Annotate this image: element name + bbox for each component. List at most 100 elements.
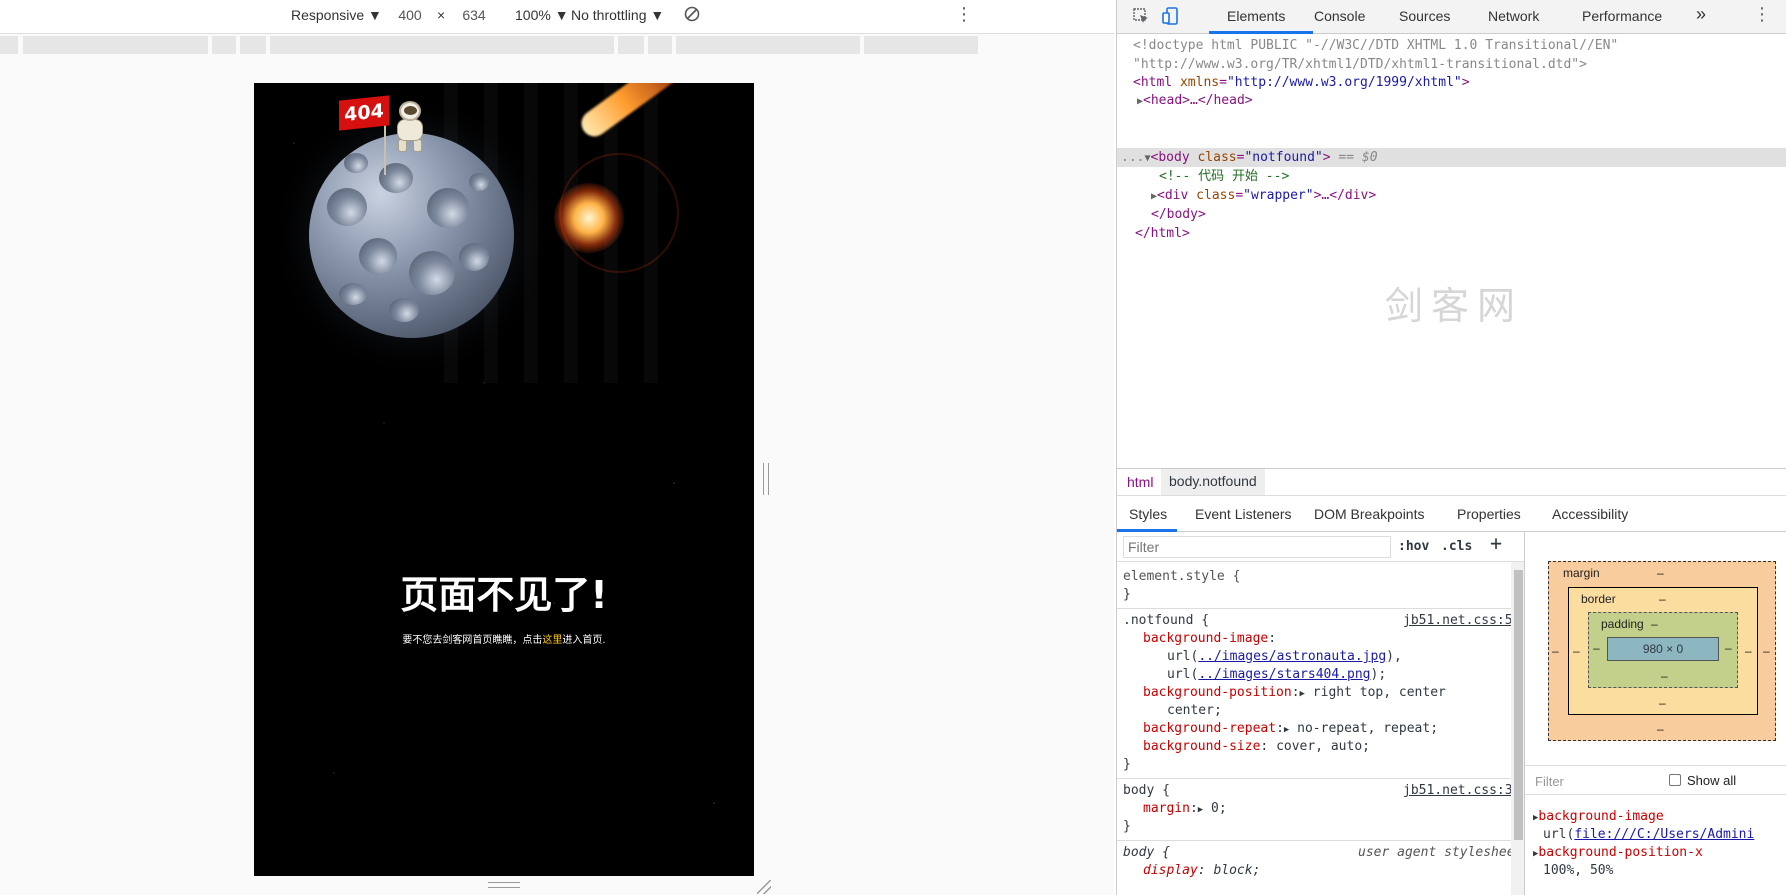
meteor-icon <box>554 183 624 253</box>
box-model-content[interactable]: 980 × 0 <box>1607 637 1719 661</box>
styles-filter-row: :hov .cls + <box>1117 532 1524 562</box>
body-tag: <body <box>1150 150 1190 165</box>
tab-properties[interactable]: Properties <box>1457 506 1521 522</box>
border-left-value[interactable]: – <box>1573 644 1580 658</box>
box-model-border[interactable]: border – – – – padding – – – – 980 × 0 <box>1568 587 1758 715</box>
body-selector[interactable]: body { <box>1123 782 1170 800</box>
resize-handle-right[interactable] <box>763 463 769 495</box>
more-options-icon[interactable]: ⋮ <box>955 4 973 25</box>
chevron-down-icon: ▼ <box>368 7 382 23</box>
show-all-checkbox[interactable] <box>1669 774 1681 786</box>
border-bottom-value[interactable]: – <box>1659 696 1666 710</box>
tab-console[interactable]: Console <box>1314 8 1365 24</box>
bg-pos-val2: center; <box>1167 703 1222 718</box>
notfound-selector[interactable]: .notfound { <box>1123 612 1209 630</box>
computed-filter-input[interactable]: Filter <box>1535 774 1564 789</box>
breadcrumb-body[interactable]: body.notfound <box>1161 469 1265 495</box>
resize-handle-corner[interactable] <box>757 880 771 894</box>
computed-bg-image[interactable]: ▶background-image <box>1533 808 1664 827</box>
tree-node-comment[interactable]: <!-- 代码 开始 --> <box>1159 167 1289 186</box>
watermark: 剑客网 <box>1385 284 1524 328</box>
box-model-padding[interactable]: padding – – – – 980 × 0 <box>1588 612 1738 688</box>
box-model-margin[interactable]: margin – – – – border – – – – padding – … <box>1548 561 1776 741</box>
bg-position-decl[interactable]: background-position:▶ right top, center <box>1143 684 1446 703</box>
margin-top-value[interactable]: – <box>1657 566 1664 580</box>
height-input[interactable]: 634 <box>449 7 499 23</box>
bg-pos-prop: background-position <box>1143 685 1292 700</box>
cls-toggle[interactable]: .cls <box>1441 538 1472 556</box>
bg-rep-val: no-repeat, repeat; <box>1297 721 1439 736</box>
tab-network[interactable]: Network <box>1488 8 1539 24</box>
computed-bg-position-x[interactable]: ▶background-position-x <box>1533 844 1703 863</box>
border-top-value[interactable]: – <box>1659 592 1666 606</box>
expand-arrow-icon[interactable]: ▶ <box>1300 689 1305 699</box>
device-toggle-icon[interactable] <box>1162 7 1178 28</box>
tree-node-body[interactable]: ...▼<body class="notfound"> == $0 <box>1121 148 1378 168</box>
astronauta-link[interactable]: ../images/astronauta.jpg <box>1198 649 1386 664</box>
inspect-element-icon[interactable] <box>1133 8 1149 27</box>
tab-event-listeners[interactable]: Event Listeners <box>1195 506 1292 522</box>
media-query-bar[interactable] <box>0 36 1114 54</box>
margin-decl[interactable]: margin:▶ 0; <box>1143 800 1227 819</box>
stars404-link[interactable]: ../images/stars404.png <box>1198 667 1370 682</box>
element-style-selector[interactable]: element.style { <box>1123 568 1240 586</box>
tab-dom-breakpoints[interactable]: DOM Breakpoints <box>1314 506 1424 522</box>
bg-image-decl[interactable]: background-image: <box>1143 630 1276 648</box>
ua-body-selector: body { <box>1123 845 1170 860</box>
breadcrumb-html[interactable]: html <box>1127 474 1153 490</box>
breadcrumb: html body.notfound <box>1117 468 1786 496</box>
margin-right-value[interactable]: – <box>1763 644 1770 658</box>
tab-accessibility[interactable]: Accessibility <box>1552 506 1628 522</box>
padding-label: padding <box>1601 617 1644 631</box>
styles-filter-input[interactable] <box>1123 536 1391 558</box>
styles-scroll-thumb[interactable] <box>1514 570 1523 840</box>
head-tag: <head>…</head> <box>1143 93 1253 108</box>
bg-size-decl[interactable]: background-size: cover, auto; <box>1143 738 1370 756</box>
body-val: "notfound" <box>1244 150 1323 165</box>
computed-file-link[interactable]: file:///C:/Users/Admini <box>1574 827 1754 842</box>
devtools-tabbar: Elements Console Sources Network Perform… <box>1117 0 1786 34</box>
tab-styles[interactable]: Styles <box>1129 506 1167 522</box>
tab-sources[interactable]: Sources <box>1399 8 1450 24</box>
computed-filter-row: Filter Show all <box>1525 765 1786 795</box>
expand-arrow-icon[interactable]: ▶ <box>1198 805 1203 815</box>
hov-toggle[interactable]: :hov <box>1398 538 1429 556</box>
tab-performance[interactable]: Performance <box>1582 8 1662 24</box>
div-tag: <div <box>1157 188 1189 203</box>
zoom-select[interactable]: 100% ▼ <box>515 7 569 23</box>
margin-left-value[interactable]: – <box>1552 644 1559 658</box>
body-gt: > <box>1322 150 1331 165</box>
resize-handle-bottom[interactable] <box>488 882 520 888</box>
more-tabs-icon[interactable]: » <box>1696 4 1706 25</box>
doctype-line-1: <!doctype html PUBLIC "-//W3C//DTD XHTML… <box>1133 38 1619 53</box>
bg-repeat-decl[interactable]: background-repeat:▶ no-repeat, repeat; <box>1143 720 1438 739</box>
display-val: block; <box>1213 863 1261 878</box>
tree-node-wrapper[interactable]: ▶<div class="wrapper">…</div> <box>1151 186 1376 206</box>
width-input[interactable]: 400 <box>385 7 435 23</box>
device-select[interactable]: Responsive ▼ <box>291 7 382 23</box>
more-options-icon[interactable]: ⋮ <box>1753 4 1771 25</box>
home-link[interactable]: 这里 <box>542 635 562 646</box>
expand-arrow-icon[interactable]: ▶ <box>1284 725 1289 735</box>
bg-size-prop: background-size <box>1143 739 1261 754</box>
throttle-select[interactable]: No throttling ▼ <box>571 7 664 23</box>
margin-bottom-value[interactable]: – <box>1657 722 1664 736</box>
tree-node-html[interactable]: <html xmlns="http://www.w3.org/1999/xhtm… <box>1133 73 1470 92</box>
node-actions-dots[interactable]: ... <box>1121 150 1144 165</box>
notfound-source-link[interactable]: jb51.net.css:5 <box>1403 612 1513 630</box>
padding-top-value[interactable]: – <box>1651 617 1658 631</box>
padding-right-value[interactable]: – <box>1725 641 1732 655</box>
new-rule-icon[interactable]: + <box>1490 533 1502 553</box>
tab-elements[interactable]: Elements <box>1227 8 1285 24</box>
padding-bottom-value[interactable]: – <box>1661 669 1668 683</box>
padding-left-value[interactable]: – <box>1593 641 1600 655</box>
tree-node-body-close[interactable]: </body> <box>1151 205 1206 224</box>
border-right-value[interactable]: – <box>1745 644 1752 658</box>
rotate-icon[interactable] <box>684 5 700 26</box>
page-subline: 要不您去剑客网首页瞧瞧，点击这里进入首页. <box>254 631 754 646</box>
tree-node-html-close[interactable]: </html> <box>1135 224 1190 243</box>
tree-node-head[interactable]: ▶<head>…</head> <box>1137 91 1253 111</box>
body-source-link[interactable]: jb51.net.css:3 <box>1403 782 1513 800</box>
html-tag: <html <box>1133 75 1173 90</box>
bg-image-prop: background-image <box>1143 631 1269 646</box>
